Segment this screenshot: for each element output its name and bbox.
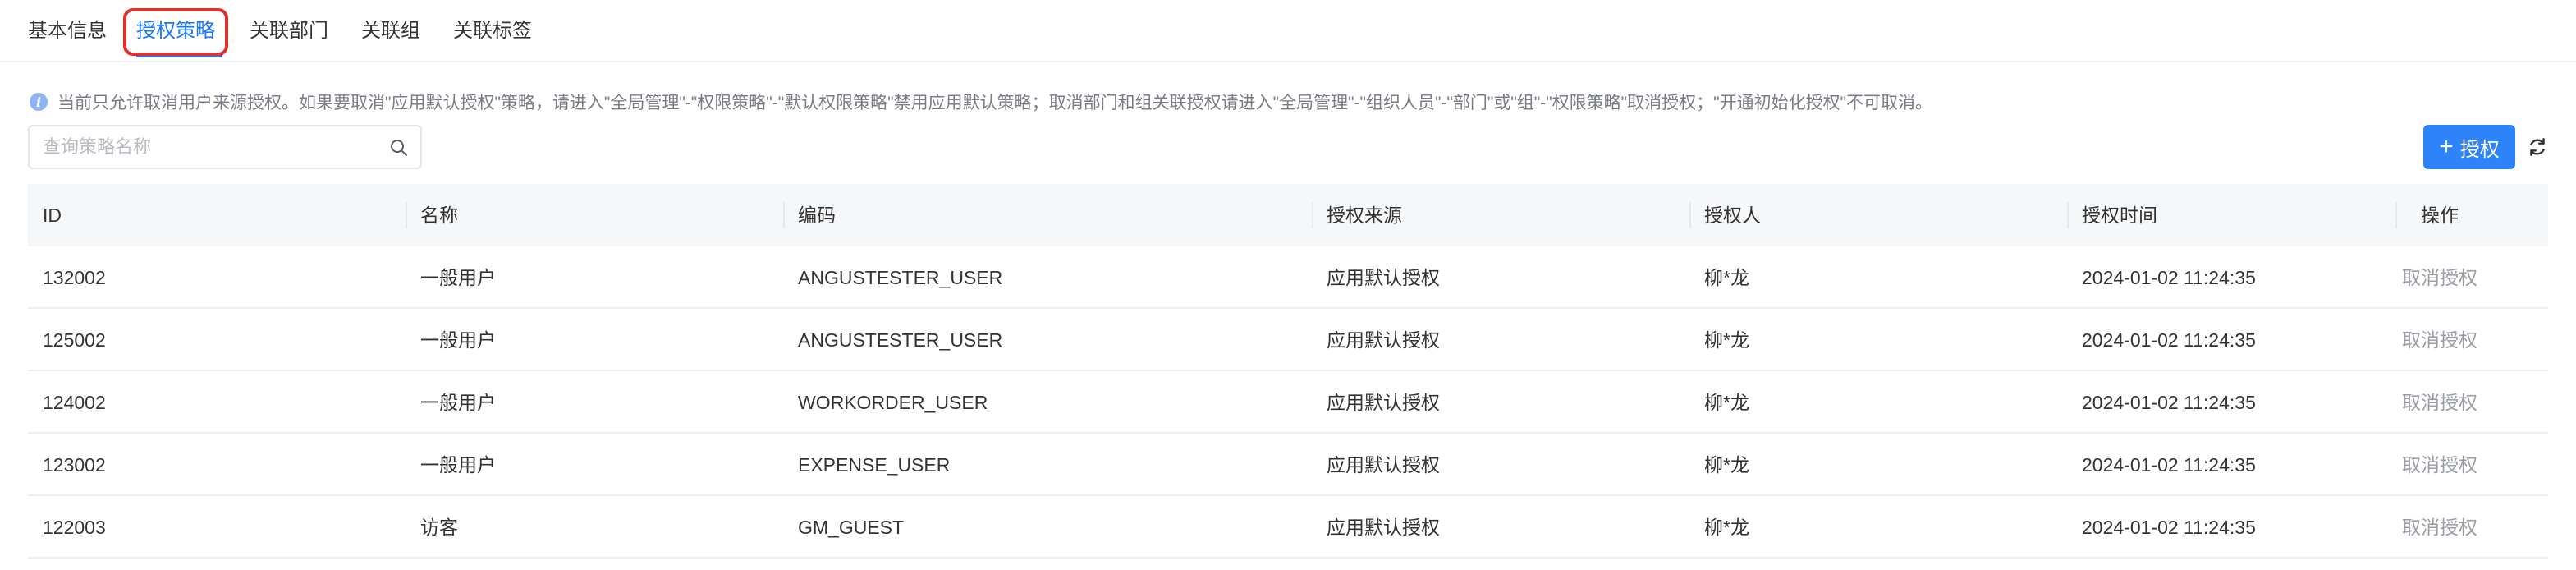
cell-time: 2024-01-02 11:24:35 [2082,392,2256,413]
column-separator [1312,202,1313,228]
cell-time: 2024-01-02 11:24:35 [2082,267,2256,288]
cell-time: 2024-01-02 11:24:35 [2082,329,2256,351]
cell-name: 一般用户 [420,329,496,351]
cell-id: 132002 [43,267,106,288]
cell-name: 一般用户 [420,267,496,288]
table-row: 122003 访客 GM_GUEST 应用默认授权 柳*龙 2024-01-02… [28,496,2548,559]
column-header-id: ID [43,205,62,226]
policy-table: ID 名称 编码 授权来源 授权人 授权时间 操作 132002 一般用户 AN… [28,184,2548,559]
tab-basic-info[interactable]: 基本信息 [28,18,107,44]
cell-id: 124002 [43,392,106,413]
column-separator [783,202,785,228]
tab-highlight-box [123,8,228,56]
cell-name: 一般用户 [420,454,496,476]
cell-code: EXPENSE_USER [798,454,951,476]
column-separator [2067,202,2069,228]
cell-authorizer: 柳*龙 [1704,517,1749,538]
cell-time: 2024-01-02 11:24:35 [2082,454,2256,476]
revoke-button[interactable]: 取消授权 [2397,246,2482,309]
table-row: 125002 一般用户 ANGUSTESTER_USER 应用默认授权 柳*龙 … [28,309,2548,371]
search-icon[interactable] [389,138,409,158]
search-input[interactable] [41,126,386,168]
revoke-button[interactable]: 取消授权 [2397,309,2482,371]
add-authorization-label: 授权 [2459,138,2500,161]
tab-related-departments[interactable]: 关联部门 [250,18,328,44]
column-header-authorizer: 授权人 [1704,205,1761,226]
column-separator [1689,202,1691,228]
search-box [28,125,422,169]
cell-code: WORKORDER_USER [798,392,988,413]
column-header-name: 名称 [420,205,458,226]
cell-source: 应用默认授权 [1327,392,1440,413]
cell-id: 122003 [43,517,106,538]
info-icon: i [30,93,48,111]
notice-text: 当前只允许取消用户来源授权。如果要取消"应用默认授权"策略，请进入"全局管理"-… [57,94,1933,113]
cell-code: ANGUSTESTER_USER [798,267,1003,288]
cell-source: 应用默认授权 [1327,267,1440,288]
cell-authorizer: 柳*龙 [1704,267,1749,288]
tab-related-groups[interactable]: 关联组 [361,18,420,44]
table-row: 132002 一般用户 ANGUSTESTER_USER 应用默认授权 柳*龙 … [28,246,2548,309]
add-authorization-button[interactable]: + 授权 [2423,125,2515,169]
cell-source: 应用默认授权 [1327,517,1440,538]
column-header-code: 编码 [798,205,836,226]
cell-time: 2024-01-02 11:24:35 [2082,517,2256,538]
cell-name: 访客 [420,517,458,538]
cell-source: 应用默认授权 [1327,454,1440,476]
column-header-actions: 操作 [2421,205,2459,226]
refresh-icon[interactable] [2527,136,2548,158]
cell-source: 应用默认授权 [1327,329,1440,351]
column-separator [406,202,407,228]
cell-authorizer: 柳*龙 [1704,454,1749,476]
cell-code: ANGUSTESTER_USER [798,329,1003,351]
tab-related-tags[interactable]: 关联标签 [453,18,532,44]
cell-name: 一般用户 [420,392,496,413]
revoke-button[interactable]: 取消授权 [2397,434,2482,496]
info-notice: i 当前只允许取消用户来源授权。如果要取消"应用默认授权"策略，请进入"全局管理… [30,89,1932,115]
revoke-button[interactable]: 取消授权 [2397,371,2482,434]
column-header-time: 授权时间 [2082,205,2157,226]
cell-id: 125002 [43,329,106,351]
table-row: 123002 一般用户 EXPENSE_USER 应用默认授权 柳*龙 2024… [28,434,2548,496]
cell-id: 123002 [43,454,106,476]
table-header: ID 名称 编码 授权来源 授权人 授权时间 操作 [28,184,2548,246]
cell-authorizer: 柳*龙 [1704,329,1749,351]
tab-bar: 基本信息 授权策略 关联部门 关联组 关联标签 [0,0,2576,62]
cell-code: GM_GUEST [798,517,905,538]
cell-authorizer: 柳*龙 [1704,392,1749,413]
column-header-source: 授权来源 [1327,205,1402,226]
revoke-button[interactable]: 取消授权 [2397,496,2482,559]
table-row: 124002 一般用户 WORKORDER_USER 应用默认授权 柳*龙 20… [28,371,2548,434]
plus-icon: + [2439,133,2454,160]
